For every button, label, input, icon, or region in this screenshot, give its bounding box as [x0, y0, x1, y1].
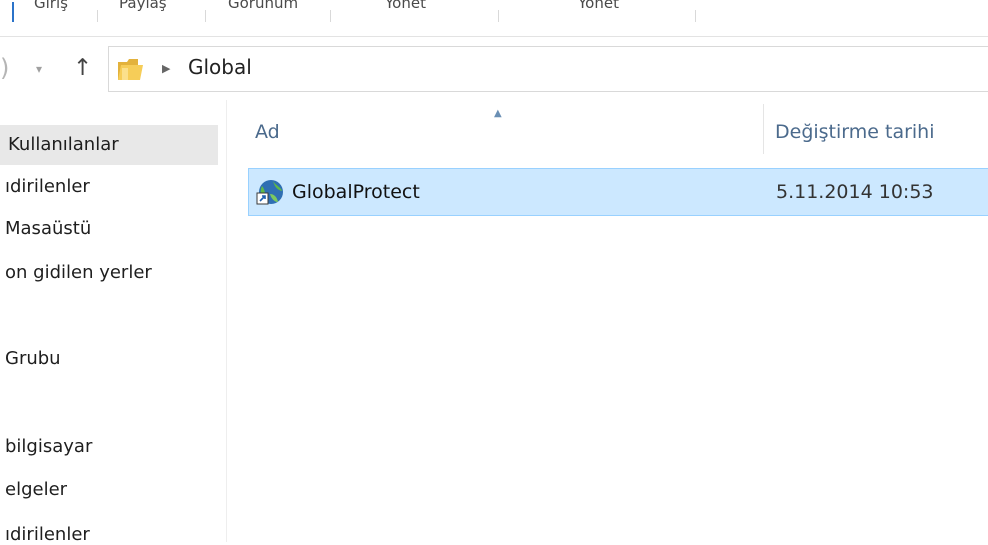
- tab-separator: [498, 10, 499, 22]
- file-date-modified: 5.11.2014 10:53: [776, 181, 934, 203]
- breadcrumb-chevron-icon[interactable]: ▶: [162, 62, 170, 75]
- nav-item-this-pc[interactable]: bilgisayar: [5, 436, 92, 457]
- nav-item-homegroup[interactable]: Grubu: [5, 348, 61, 369]
- navigation-pane: Kullanılanlar ıdirilenler Masaüstü on gi…: [0, 100, 227, 545]
- tab-separator: [695, 10, 696, 22]
- column-divider[interactable]: [763, 104, 764, 154]
- ribbon-tabs: Giriş Paylaş Görünüm Yönet Yönet: [0, 0, 988, 37]
- tab-separator: [97, 10, 98, 22]
- tab-separator: [330, 10, 331, 22]
- nav-item-quick-access[interactable]: Kullanılanlar: [0, 125, 218, 165]
- shortcut-globe-icon: [256, 180, 283, 205]
- ribbon-active-edge: [12, 2, 14, 22]
- nav-item-downloads[interactable]: ıdirilenler: [5, 176, 90, 197]
- nav-item-documents[interactable]: elgeler: [5, 479, 67, 500]
- tab-separator: [205, 10, 206, 22]
- tab-view[interactable]: Görünüm: [228, 0, 298, 12]
- nav-item-recent-places[interactable]: on gidilen yerler: [5, 262, 152, 283]
- tab-home[interactable]: Giriş: [34, 0, 68, 12]
- column-header-date-modified[interactable]: Değiştirme tarihi: [775, 121, 935, 143]
- recent-locations-icon[interactable]: ▾: [36, 62, 42, 76]
- column-header-name[interactable]: Ad: [255, 121, 280, 143]
- back-arrow-icon[interactable]: ): [0, 54, 9, 82]
- nav-item-desktop[interactable]: Masaüstü: [5, 218, 91, 239]
- up-arrow-icon[interactable]: ↑: [73, 55, 92, 81]
- file-row[interactable]: GlobalProtect 5.11.2014 10:53: [248, 168, 988, 216]
- sort-ascending-icon: ▲: [494, 108, 502, 119]
- breadcrumb-global[interactable]: Global: [188, 55, 252, 79]
- nav-item-label: Kullanılanlar: [8, 134, 119, 155]
- file-name: GlobalProtect: [292, 181, 420, 203]
- tab-share[interactable]: Paylaş: [119, 0, 167, 12]
- tab-manage-2[interactable]: Yönet: [578, 0, 619, 12]
- folder-icon: [118, 59, 143, 80]
- tab-manage-1[interactable]: Yönet: [385, 0, 426, 12]
